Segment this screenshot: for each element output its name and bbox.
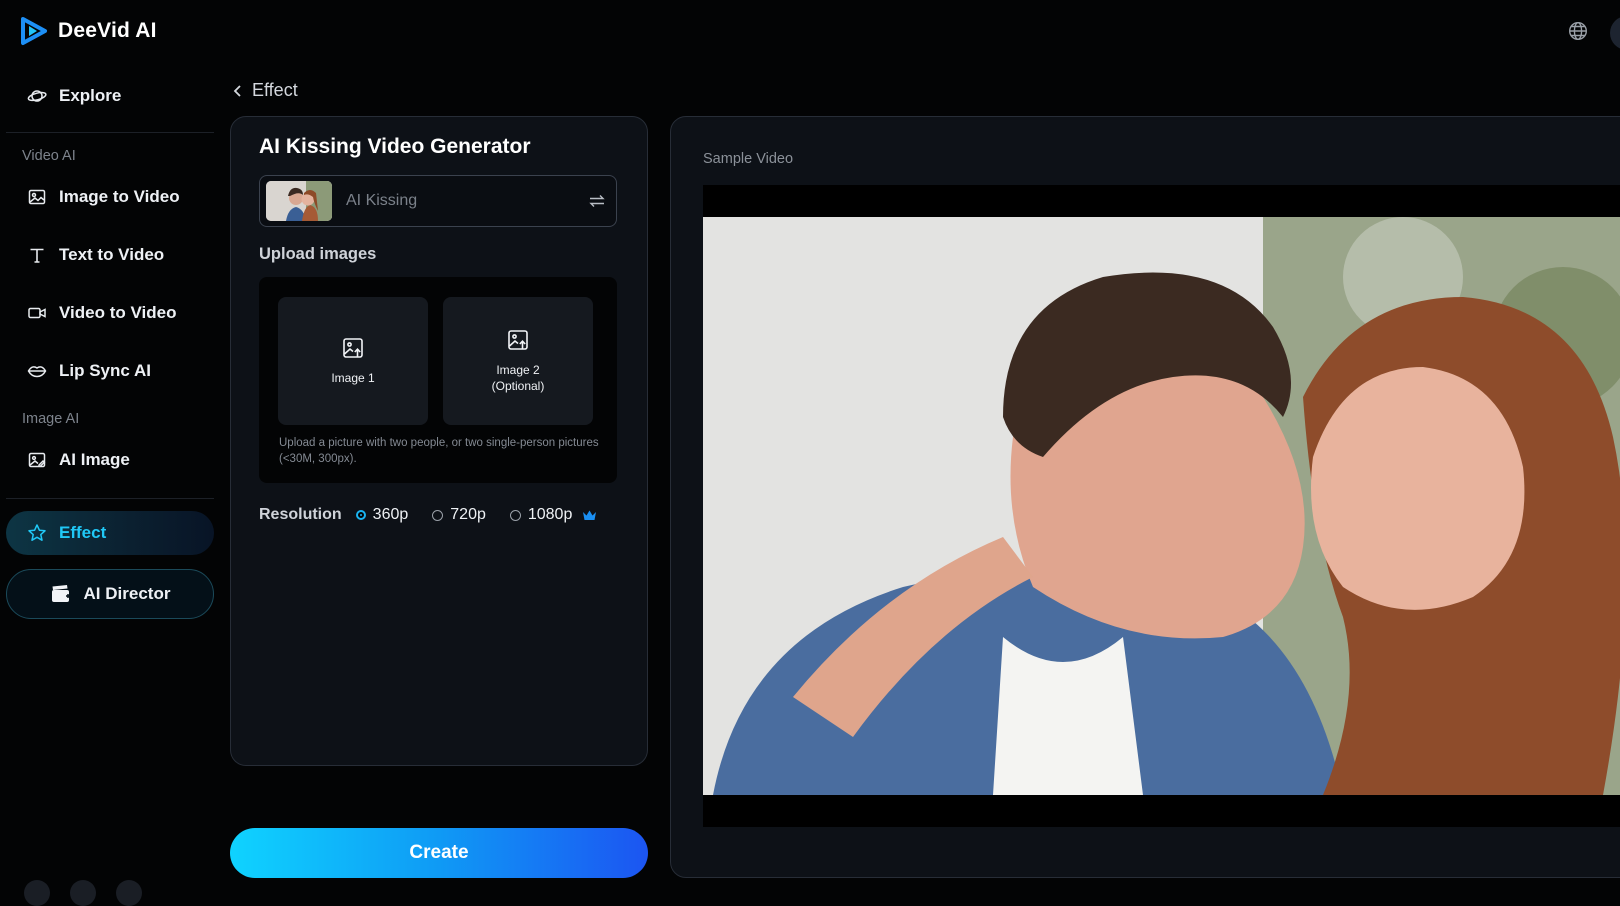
image-icon: [28, 189, 46, 205]
radio[interactable]: [509, 509, 521, 521]
sidebar-item-label: Video to Video: [59, 303, 177, 322]
upload-slot-label: Image 2 (Optional): [491, 363, 545, 393]
radio[interactable]: [432, 509, 444, 521]
play-triangle-logo-icon: [21, 17, 47, 45]
resolution-option-720p[interactable]: 720p: [432, 506, 486, 524]
image-edit-icon: [28, 452, 46, 468]
sidebar-item-label: Text to Video: [59, 245, 165, 264]
sample-video-label: Sample Video: [703, 151, 794, 167]
logo[interactable]: DeeVid AI: [20, 16, 157, 46]
image-upload-icon: [508, 330, 528, 350]
upload-area: Image 1 Image 2 (Optional) Upload a pict…: [259, 277, 617, 483]
sidebar-item-label: AI Director: [83, 584, 171, 603]
sidebar-item-label: Explore: [59, 86, 122, 105]
top-bar: DeeVid AI: [0, 0, 1620, 62]
video-camera-icon: [28, 307, 46, 319]
resolution-option-label: 1080p: [527, 506, 573, 523]
page-title: AI Kissing Video Generator: [259, 135, 531, 158]
sidebar-item-label: Lip Sync AI: [59, 361, 151, 380]
star-icon: [28, 524, 46, 541]
sidebar-item-video-to-video[interactable]: Video to Video: [6, 291, 214, 335]
create-button[interactable]: Create: [230, 828, 648, 878]
globe-icon[interactable]: [1568, 21, 1588, 41]
section-label-image-ai: Image AI: [22, 411, 80, 427]
swap-arrows-icon[interactable]: [588, 192, 606, 210]
resolution-option-360p[interactable]: 360p: [355, 506, 409, 524]
resolution-option-1080p[interactable]: 1080p: [509, 506, 598, 524]
resolution-label: Resolution: [259, 506, 342, 523]
sidebar-item-label: AI Image: [59, 450, 130, 469]
resolution-option-label: 720p: [450, 506, 486, 523]
sample-video-panel: Sample Video: [670, 116, 1620, 878]
lips-icon: [27, 366, 47, 378]
upload-slot-image-1[interactable]: Image 1: [278, 297, 428, 425]
planet-icon: [27, 90, 47, 102]
breadcrumb-label: Effect: [252, 80, 298, 100]
upload-hint: Upload a picture with two people, or two…: [279, 437, 599, 465]
upload-slot-label: Image 1: [331, 371, 375, 385]
ai-director-button[interactable]: AI Director: [6, 569, 214, 619]
resolution-option-label: 360p: [372, 506, 409, 523]
avatar[interactable]: [1610, 16, 1620, 50]
generator-panel: AI Kissing Video Generator AI Kissing Up…: [230, 116, 648, 766]
sidebar-item-text-to-video[interactable]: Text to Video: [6, 233, 214, 277]
clapper-icon: [51, 585, 70, 602]
effect-selector[interactable]: AI Kissing: [259, 175, 617, 227]
divider: [6, 132, 214, 133]
crown-icon: [583, 510, 597, 520]
resolution-group: Resolution 360p 720p 1080p: [259, 506, 621, 524]
effect-name: AI Kissing: [346, 192, 418, 209]
sidebar: Explore Video AI Image to Video Text to …: [0, 62, 220, 888]
upload-label: Upload images: [259, 245, 377, 263]
app-name: DeeVid AI: [58, 19, 157, 42]
upload-slot-image-2[interactable]: Image 2 (Optional): [443, 297, 593, 425]
sidebar-item-label: Effect: [59, 523, 107, 542]
sample-video-player[interactable]: [703, 185, 1620, 827]
sidebar-item-explore[interactable]: Explore: [6, 74, 214, 118]
image-upload-icon: [343, 338, 363, 358]
sidebar-item-lip-sync[interactable]: Lip Sync AI: [6, 349, 214, 393]
bottom-icon[interactable]: [70, 880, 96, 906]
sample-video-frame: [703, 217, 1620, 795]
effect-thumbnail: [266, 181, 332, 221]
bottom-icon[interactable]: [116, 880, 142, 906]
chevron-left-icon: [233, 84, 241, 97]
breadcrumb[interactable]: Effect: [232, 80, 298, 101]
sidebar-item-ai-image[interactable]: AI Image: [6, 438, 214, 482]
bottom-icon[interactable]: [24, 880, 50, 906]
sidebar-item-label: Image to Video: [59, 187, 180, 206]
sidebar-item-image-to-video[interactable]: Image to Video: [6, 175, 214, 219]
text-t-icon: [30, 248, 44, 263]
section-label-video-ai: Video AI: [22, 148, 76, 164]
divider: [6, 498, 214, 499]
radio-selected[interactable]: [355, 510, 366, 520]
sidebar-item-effect[interactable]: Effect: [6, 511, 214, 555]
